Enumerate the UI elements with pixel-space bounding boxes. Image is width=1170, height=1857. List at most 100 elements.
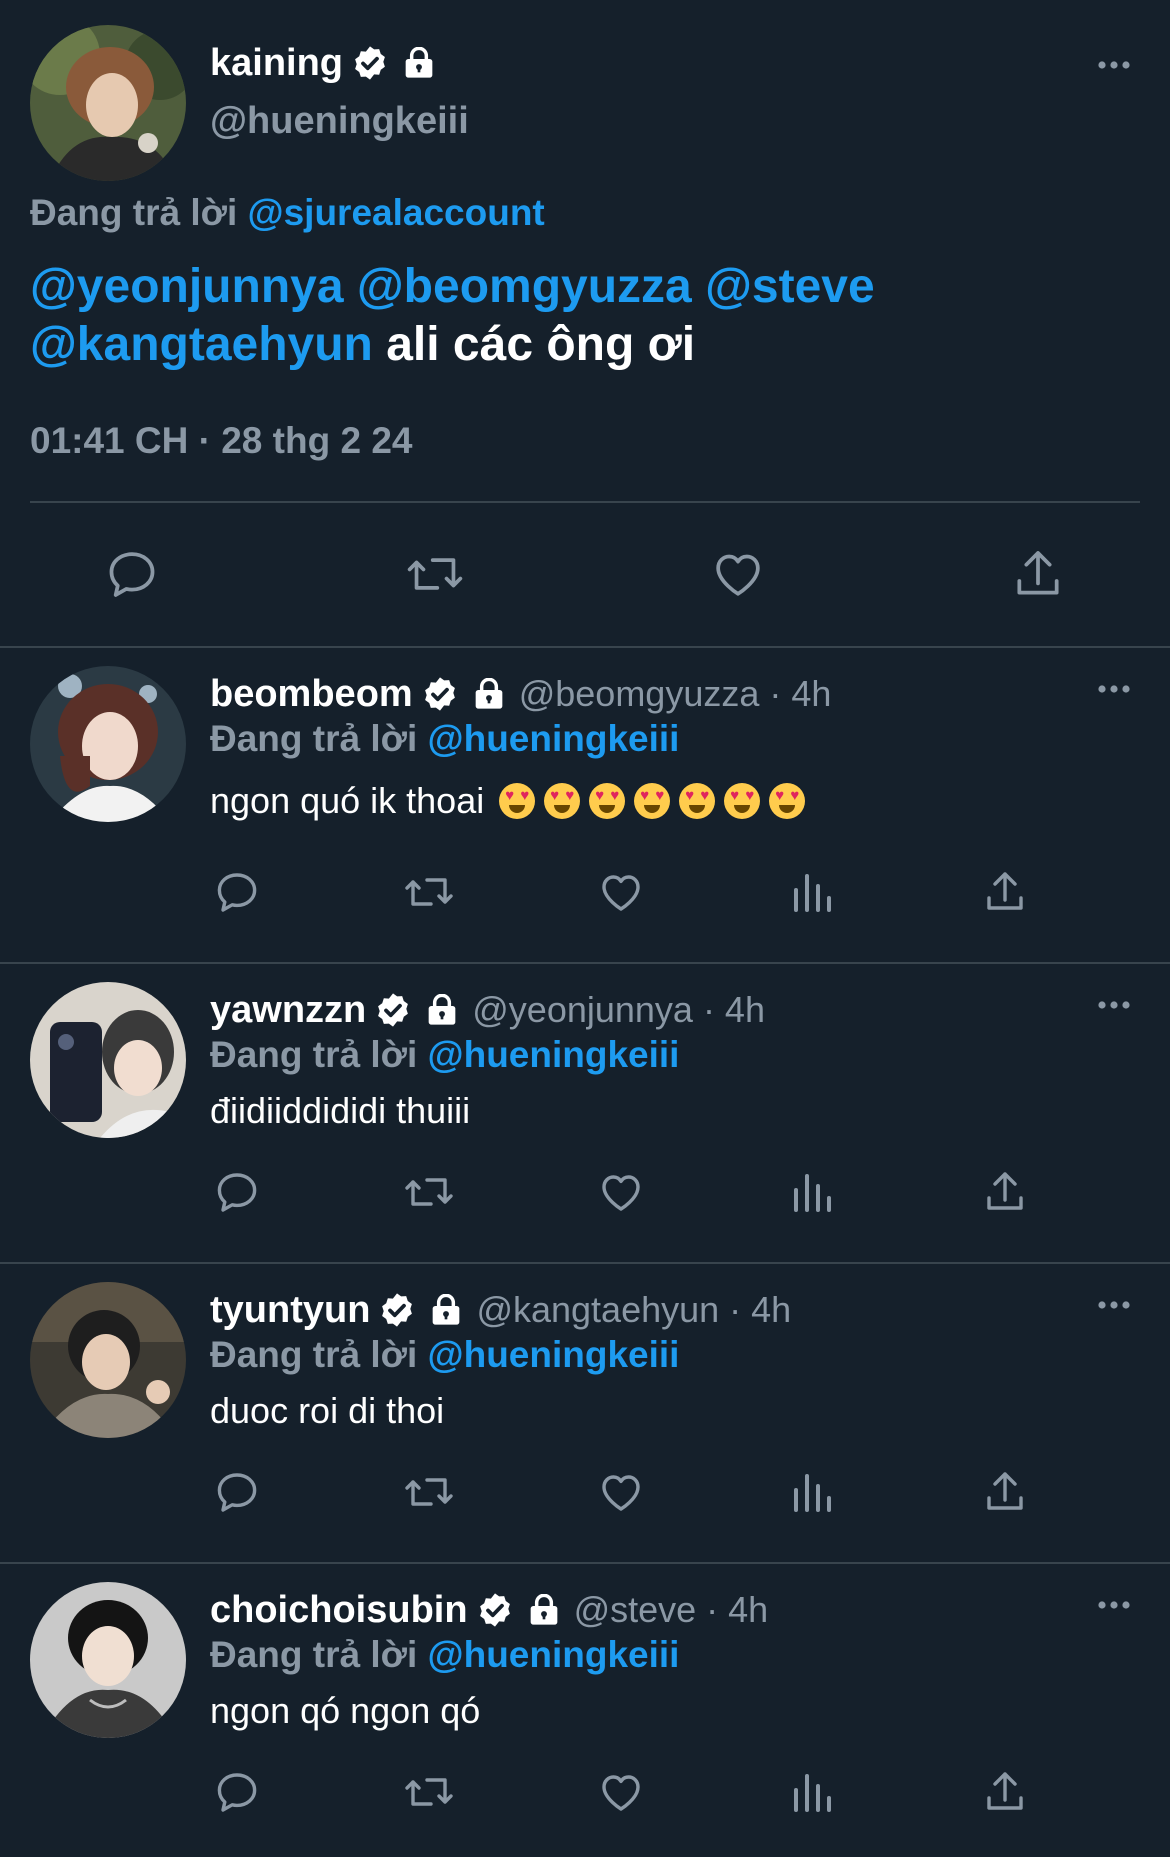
handle-and-time[interactable]: @yeonjunnya · 4h (472, 989, 765, 1031)
heart-icon[interactable] (597, 868, 645, 916)
more-icon[interactable] (1098, 1600, 1130, 1610)
reply-header: choichoisubin @steve · 4h (210, 1584, 768, 1636)
replying-prefix: Đang trả lời (210, 1034, 428, 1075)
heart-eyes-emoji-icon (589, 783, 626, 819)
heart-icon[interactable] (710, 546, 766, 602)
avatar[interactable] (30, 666, 186, 822)
avatar[interactable] (30, 1582, 186, 1738)
reply-icon[interactable] (213, 1468, 261, 1516)
mention-link[interactable]: @steve (705, 260, 875, 313)
mention-link[interactable]: @beomgyuzza (357, 260, 692, 313)
replying-to-mention[interactable]: @hueningkeiii (428, 1334, 680, 1375)
share-icon[interactable] (981, 868, 1029, 916)
more-icon[interactable] (1098, 1300, 1130, 1310)
heart-eyes-emoji-icon (724, 783, 761, 819)
reply-body-text: ngon quó ik thoai (210, 780, 485, 821)
reply-text: duoc roi di thoi (210, 1390, 444, 1432)
more-icon[interactable] (1098, 1000, 1130, 1010)
reply-tweet[interactable]: tyuntyun @kangtaehyun · 4h Đang trả lời … (0, 1264, 1170, 1564)
views-icon[interactable] (790, 1768, 834, 1816)
heart-eyes-emoji-icon (544, 783, 581, 819)
replying-prefix: Đang trả lời (210, 1634, 428, 1675)
author-name-row[interactable]: kaining (210, 38, 435, 88)
heart-eyes-emoji-icon (679, 783, 716, 819)
share-icon[interactable] (981, 1768, 1029, 1816)
reply-icon[interactable] (104, 546, 160, 602)
heart-eyes-emoji-icon (634, 783, 671, 819)
reply-text: điidiiddididi thuiii (210, 1090, 470, 1132)
share-icon[interactable] (1010, 546, 1066, 602)
retweet-icon[interactable] (403, 868, 455, 916)
avatar[interactable] (30, 1282, 186, 1438)
mention-link[interactable]: @kangtaehyun (30, 318, 373, 371)
main-tweet: kaining @hueningkeiii Đang trả lời @sjur… (0, 0, 1170, 648)
verified-badge-icon (421, 675, 459, 713)
heart-icon[interactable] (597, 1468, 645, 1516)
views-icon[interactable] (790, 868, 834, 916)
action-bar (0, 1468, 1170, 1518)
replying-to-mention[interactable]: @hueningkeiii (428, 1634, 680, 1675)
more-icon[interactable] (1098, 684, 1130, 694)
replying-prefix: Đang trả lời (210, 718, 428, 759)
avatar[interactable] (30, 25, 186, 181)
verified-badge-icon (476, 1591, 514, 1629)
action-bar (0, 1168, 1170, 1218)
verified-badge-icon (374, 991, 412, 1029)
verified-badge-icon (351, 44, 389, 82)
reply-body-text: duoc roi di thoi (210, 1390, 445, 1431)
reply-tweet[interactable]: choichoisubin @steve · 4h Đang trả lời @… (0, 1564, 1170, 1857)
reply-header: yawnzzn @yeonjunnya · 4h (210, 984, 765, 1036)
action-bar (0, 1768, 1170, 1818)
display-name[interactable]: choichoisubin (210, 1589, 468, 1632)
action-bar (0, 868, 1170, 918)
reply-header: tyuntyun @kangtaehyun · 4h (210, 1284, 791, 1336)
tweet-text: @yeonjunnya @beomgyuzza @steve @kangtaeh… (30, 258, 1130, 374)
heart-eyes-emoji-icon (499, 783, 536, 819)
display-name[interactable]: tyuntyun (210, 1289, 370, 1332)
display-name[interactable]: kaining (210, 42, 343, 85)
action-bar (0, 546, 1170, 606)
lock-icon (430, 1294, 462, 1326)
share-icon[interactable] (981, 1468, 1029, 1516)
reply-icon[interactable] (213, 868, 261, 916)
reply-body-text: điidiiddididi thuiii (210, 1090, 471, 1131)
more-icon[interactable] (1098, 60, 1130, 70)
reply-icon[interactable] (213, 1168, 261, 1216)
tweet-body-text: ali các ông ơi (386, 318, 696, 371)
replying-to: Đang trả lời @sjurealaccount (30, 192, 545, 234)
replying-to: Đang trả lời @hueningkeiii (210, 1634, 679, 1676)
handle-and-time[interactable]: @kangtaehyun · 4h (476, 1289, 791, 1331)
reply-tweet[interactable]: beombeom @beomgyuzza · 4h Đang trả lời @… (0, 648, 1170, 964)
replying-prefix: Đang trả lời (210, 1334, 428, 1375)
replying-to-mention[interactable]: @hueningkeiii (428, 718, 680, 759)
author-handle[interactable]: @hueningkeiii (210, 100, 469, 143)
reply-body-text: ngon qó ngon qó (210, 1690, 481, 1731)
views-icon[interactable] (790, 1168, 834, 1216)
retweet-icon[interactable] (403, 1168, 455, 1216)
reply-icon[interactable] (213, 1768, 261, 1816)
avatar[interactable] (30, 982, 186, 1138)
replying-to-mention[interactable]: @hueningkeiii (428, 1034, 680, 1075)
mention-link[interactable]: @yeonjunnya (30, 260, 344, 313)
lock-icon (528, 1594, 560, 1626)
tweet-timestamp[interactable]: 01:41 CH · 28 thg 2 24 (30, 420, 412, 462)
views-icon[interactable] (790, 1468, 834, 1516)
reply-text: ngon qó ngon qó (210, 1690, 480, 1732)
retweet-icon[interactable] (405, 546, 465, 602)
heart-eyes-emoji-icon (769, 783, 806, 819)
retweet-icon[interactable] (403, 1768, 455, 1816)
lock-icon (426, 994, 458, 1026)
heart-icon[interactable] (597, 1168, 645, 1216)
display-name[interactable]: yawnzzn (210, 989, 366, 1032)
reply-tweet[interactable]: yawnzzn @yeonjunnya · 4h Đang trả lời @h… (0, 964, 1170, 1264)
share-icon[interactable] (981, 1168, 1029, 1216)
replying-to: Đang trả lời @hueningkeiii (210, 1334, 679, 1376)
lock-icon (403, 47, 435, 79)
display-name[interactable]: beombeom (210, 673, 413, 716)
lock-icon (473, 678, 505, 710)
replying-to-mention[interactable]: @sjurealaccount (248, 192, 545, 233)
retweet-icon[interactable] (403, 1468, 455, 1516)
handle-and-time[interactable]: @beomgyuzza · 4h (519, 673, 832, 715)
heart-icon[interactable] (597, 1768, 645, 1816)
handle-and-time[interactable]: @steve · 4h (574, 1589, 769, 1631)
